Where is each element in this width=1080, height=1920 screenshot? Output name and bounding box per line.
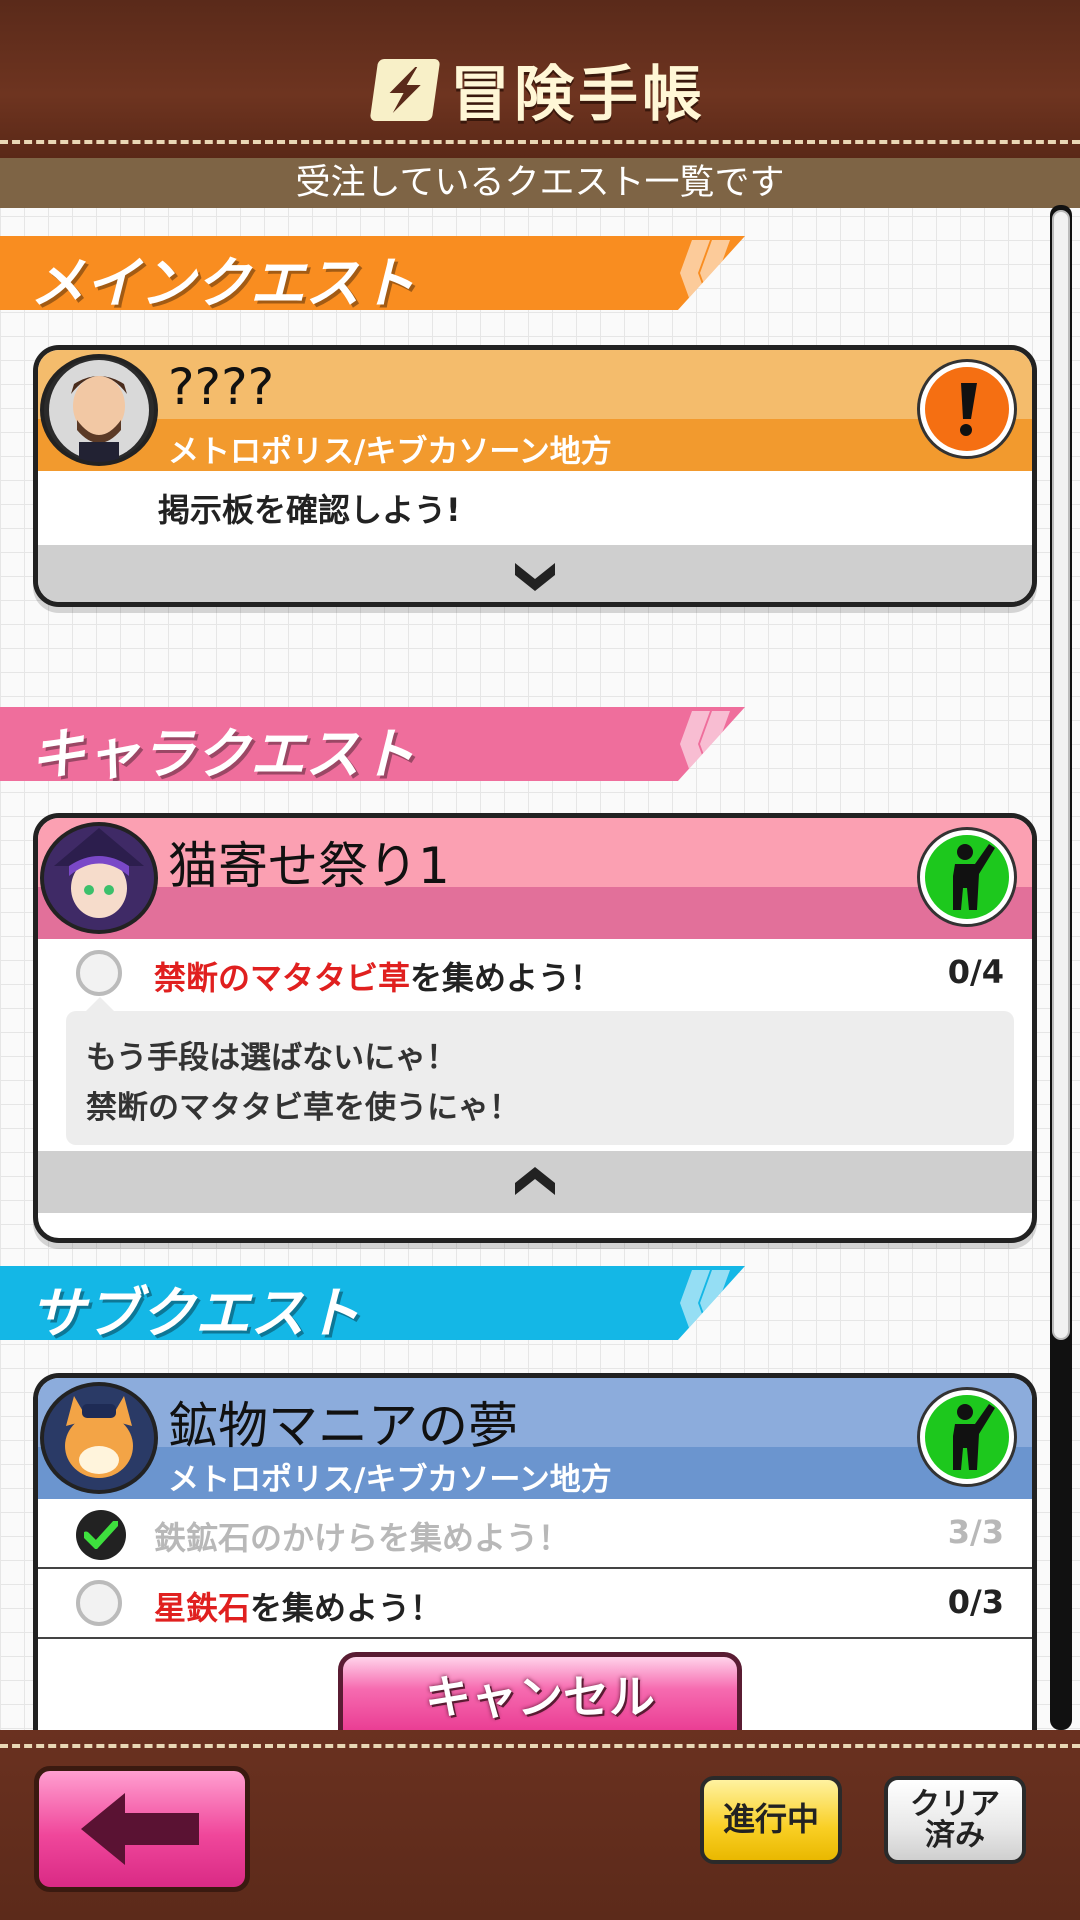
row-divider [38,1637,1032,1639]
collapse-button[interactable] [38,1151,1032,1213]
in-progress-person-icon [920,830,1014,924]
section-banner-character: キャラクエスト [0,707,745,781]
stitch-divider [0,140,1080,144]
task-incomplete-icon [76,1580,122,1626]
bubble-tail [86,997,114,1011]
cancel-button[interactable]: キャンセル [338,1652,742,1742]
in-progress-filter-button[interactable]: 進行中 [700,1776,842,1864]
dialogue-line-2: 禁断のマタタビ草を使うにゃ！ [86,1090,520,1126]
checkmark-icon [76,1510,126,1560]
footer-bar: 進行中 クリア 済み [0,1730,1080,1920]
task-progress: 3/3 [947,1513,1004,1551]
quest-task-row: 星鉄石を集めよう！ 0/3 [38,1569,1032,1637]
card-header: ???? メトロポリス/キブカソーン地方 [38,350,1032,471]
cleared-filter-button[interactable]: クリア 済み [884,1776,1026,1864]
character-avatar [40,354,158,466]
section-label: キャラクエスト [30,722,416,786]
dialogue-area: もう手段は選ばないにゃ！ 禁断のマタタビ草を使うにゃ！ [38,997,1032,1151]
section-label: サブクエスト [30,1281,361,1345]
page-title: 冒険手帳 [450,60,706,130]
task-text: 星鉄石を集めよう！ [154,1589,443,1627]
character-avatar [40,822,158,934]
quest-task-row: 鉄鉱石のかけらを集めよう！ 3/3 [38,1499,1032,1567]
quest-task-row: 禁断のマタタビ草を集めよう！ 0/4 [38,939,1032,1007]
quest-title: ???? [168,358,275,416]
task-progress: 0/3 [947,1583,1004,1621]
chevron-up-icon [515,1167,555,1195]
page-subtitle: 受注しているクエスト一覧です [0,158,1080,208]
section-banner-sub: サブクエスト [0,1266,745,1340]
in-progress-person-icon [920,1390,1014,1484]
task-text: 鉄鉱石のかけらを集めよう！ [154,1519,571,1557]
chevron-down-icon [515,563,555,591]
dialogue-line-1: もう手段は選ばないにゃ！ [86,1040,458,1076]
quest-card-character[interactable]: 猫寄せ祭り1 禁断のマタタビ草を集めよう！ 0/4 もう手段は選ばないにゃ！ 禁… [33,813,1037,1243]
dialogue-bubble: もう手段は選ばないにゃ！ 禁断のマタタビ草を使うにゃ！ [66,997,1014,1145]
quest-title: 鉱物マニアの夢 [168,1397,518,1455]
quest-description-row: 掲示板を確認しよう! [38,471,1032,545]
task-progress: 0/4 [947,953,1004,991]
task-text: 禁断のマタタビ草を集めよう！ [154,959,603,997]
notebook-icon [369,58,441,121]
section-banner-main: メインクエスト [0,236,745,310]
title-wrap: 冒険手帳 [0,46,1080,133]
character-avatar [40,1382,158,1494]
card-header: 猫寄せ祭り1 [38,818,1032,939]
expand-button[interactable] [38,545,1032,602]
section-label: メインクエスト [30,251,416,315]
quest-description: 掲示板を確認しよう! [158,491,461,529]
quest-title: 猫寄せ祭り1 [168,837,450,895]
header: 冒険手帳 [0,0,1080,158]
card-header: 鉱物マニアの夢 メトロポリス/キブカソーン地方 [38,1378,1032,1499]
stitch-divider [0,1744,1080,1748]
back-button[interactable] [34,1766,250,1892]
scrollbar-thumb[interactable] [1052,210,1070,1340]
quest-region: メトロポリス/キブカソーン地方 [168,434,612,470]
quest-card-main[interactable]: ???? メトロポリス/キブカソーン地方 掲示板を確認しよう! [33,345,1037,607]
task-incomplete-icon [76,950,122,996]
dialogue-text: もう手段は選ばないにゃ！ 禁断のマタタビ草を使うにゃ！ [86,1033,520,1133]
exclamation-icon [920,362,1014,456]
back-arrow-icon [81,1793,199,1865]
quest-region: メトロポリス/キブカソーン地方 [168,1462,612,1498]
